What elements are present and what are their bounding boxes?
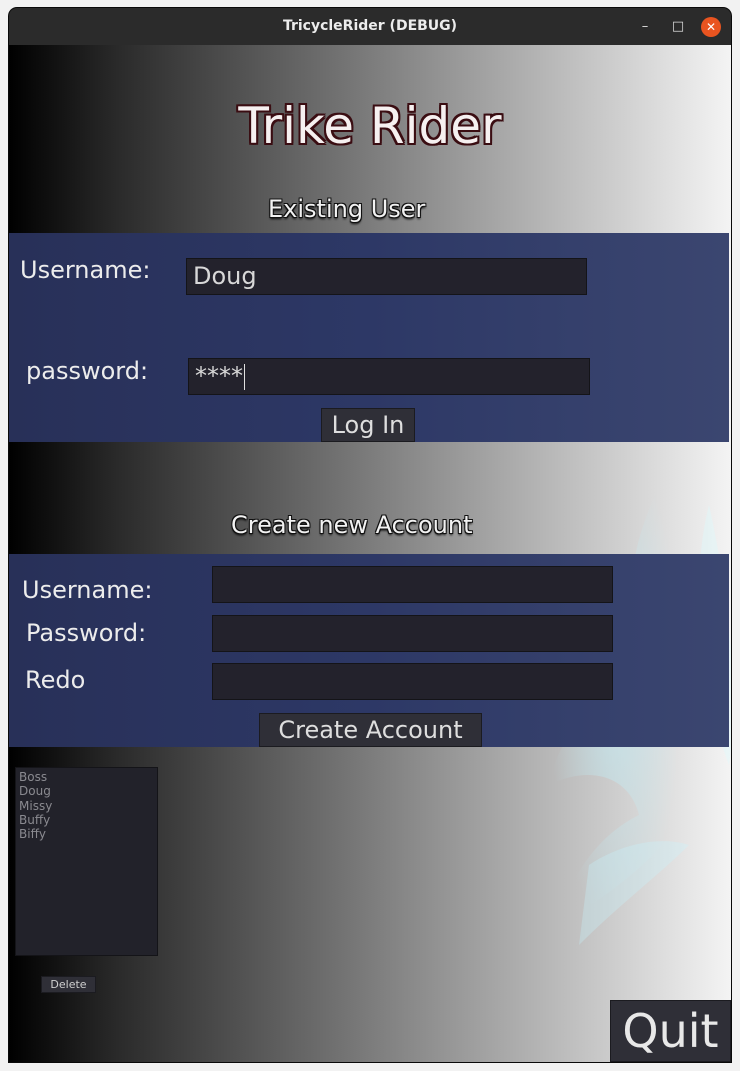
maximize-icon[interactable]: □ (668, 17, 688, 37)
create-password-label: Password: (26, 619, 147, 647)
app-window: TricycleRider (DEBUG) – □ ✕ Trike Rider … (9, 8, 731, 1062)
app-title: Trike Rider (238, 97, 502, 155)
create-redo-label: Redo (25, 666, 86, 694)
login-password-label: password: (26, 357, 149, 385)
app-content: Trike Rider Existing User Username: Doug… (9, 45, 731, 1062)
list-item[interactable]: Missy (19, 799, 154, 813)
login-password-input[interactable]: **** (188, 358, 590, 395)
quit-button[interactable]: Quit (610, 1000, 731, 1062)
minimize-icon[interactable]: – (635, 17, 655, 37)
create-account-heading: Create new Account (231, 511, 473, 539)
create-redo-input[interactable] (212, 663, 613, 700)
login-username-value: Doug (193, 262, 257, 290)
create-username-input[interactable] (212, 566, 613, 603)
login-password-value: **** (195, 362, 243, 390)
create-password-input[interactable] (212, 615, 613, 652)
create-account-panel: Username: Password: Redo Create Account (9, 554, 729, 747)
window-title: TricycleRider (DEBUG) (282, 18, 458, 34)
delete-user-button[interactable]: Delete (41, 976, 96, 993)
list-item[interactable]: Biffy (19, 827, 154, 841)
close-icon[interactable]: ✕ (701, 17, 721, 37)
login-button[interactable]: Log In (321, 408, 415, 442)
create-username-label: Username: (22, 576, 153, 604)
login-username-input[interactable]: Doug (186, 258, 587, 295)
existing-user-heading: Existing User (268, 195, 426, 223)
window-titlebar[interactable]: TricycleRider (DEBUG) – □ ✕ (9, 8, 731, 46)
login-username-label: Username: (20, 256, 151, 284)
user-list[interactable]: Boss Doug Missy Buffy Biffy (15, 767, 158, 956)
list-item[interactable]: Buffy (19, 813, 154, 827)
text-caret (244, 364, 245, 390)
login-panel: Username: Doug password: **** Log In (9, 233, 729, 442)
create-account-button[interactable]: Create Account (259, 713, 482, 747)
list-item[interactable]: Boss (19, 770, 154, 784)
list-item[interactable]: Doug (19, 784, 154, 798)
